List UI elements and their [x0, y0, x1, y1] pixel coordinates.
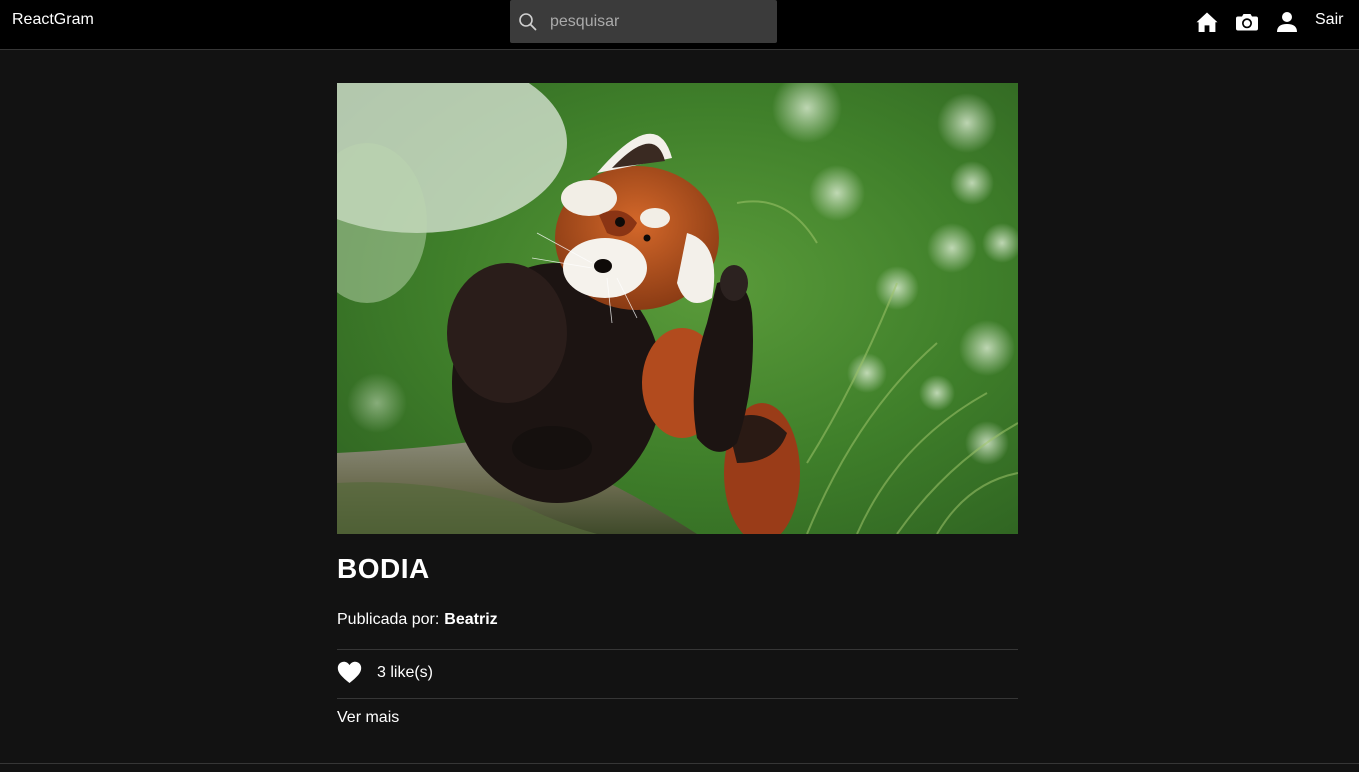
divider — [337, 649, 1018, 650]
author-link[interactable]: Beatriz — [444, 611, 497, 628]
posted-by-label: Publicada por: — [337, 611, 440, 628]
search-input[interactable] — [550, 0, 770, 43]
search-form — [510, 0, 777, 43]
brand-logo-link[interactable]: ReactGram — [12, 11, 94, 29]
logout-link[interactable]: Sair — [1315, 11, 1343, 29]
photo-title: BODIA — [337, 553, 430, 584]
posted-by: Publicada por: Beatriz — [337, 611, 498, 629]
see-more-link[interactable]: Ver mais — [337, 709, 399, 727]
camera-icon[interactable] — [1235, 10, 1259, 34]
home-icon[interactable] — [1195, 10, 1219, 34]
search-icon — [519, 13, 537, 31]
divider — [337, 698, 1018, 699]
heart-icon[interactable] — [337, 661, 362, 684]
red-panda-photo — [337, 83, 1018, 534]
footer-divider — [0, 763, 1359, 764]
photo-image — [337, 83, 1018, 534]
like-count: 3 like(s) — [377, 664, 434, 681]
user-icon[interactable] — [1275, 10, 1299, 34]
navbar: ReactGram Sair — [0, 0, 1359, 50]
